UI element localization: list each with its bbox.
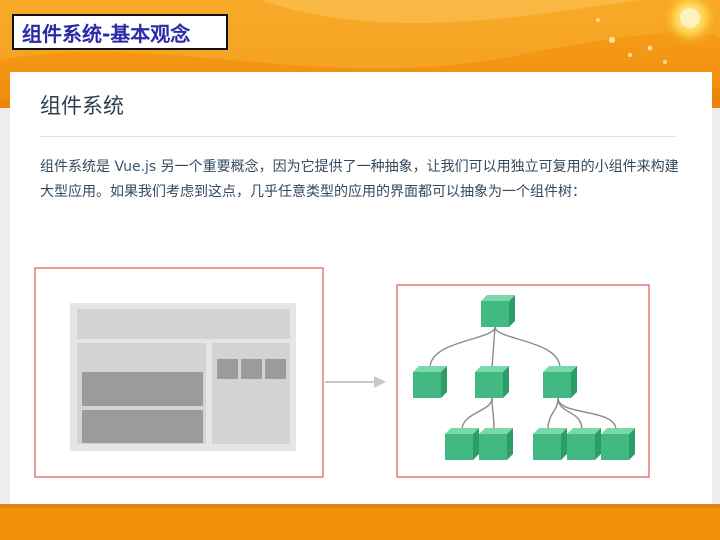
section-heading: 组件系统 [40, 94, 124, 118]
paragraph-code: Vue.js [114, 159, 157, 175]
slide-title-box: 组件系统-基本观念 [12, 14, 228, 50]
paragraph-text-pre: 组件系统是 [40, 159, 115, 175]
slide-title: 组件系统-基本观念 [22, 21, 191, 46]
heading-divider [40, 136, 676, 137]
intro-paragraph: 组件系统是 Vue.js 另一个重要概念，因为它提供了一种抽象，让我们可以用独立… [40, 155, 680, 205]
